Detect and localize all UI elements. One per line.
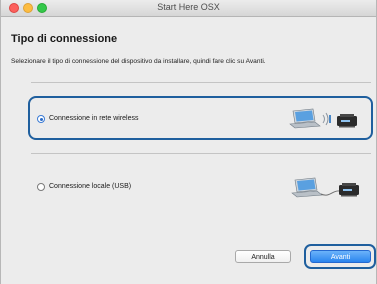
- divider: [31, 82, 371, 83]
- installer-window: Start Here OSX Tipo di connessione Selez…: [0, 0, 377, 284]
- laptop-wireless-printer-icon: [289, 108, 357, 129]
- wireless-radio[interactable]: [37, 115, 45, 123]
- divider: [31, 153, 371, 154]
- next-button[interactable]: Avanti: [310, 250, 371, 263]
- option-usb[interactable]: Connessione locale (USB): [28, 164, 373, 208]
- instructions-text: Selezionare il tipo di connessione del d…: [11, 58, 266, 65]
- wireless-label[interactable]: Connessione in rete wireless: [49, 115, 139, 122]
- page-title: Tipo di connessione: [11, 33, 118, 45]
- cancel-button[interactable]: Annulla: [235, 250, 291, 263]
- usb-label[interactable]: Connessione locale (USB): [49, 183, 131, 190]
- option-wireless[interactable]: Connessione in rete wireless: [28, 96, 373, 140]
- laptop-usb-printer-icon: [291, 177, 359, 198]
- usb-radio[interactable]: [37, 183, 45, 191]
- radio-selected-dot: [39, 117, 43, 121]
- title-bar[interactable]: Start Here OSX: [1, 0, 376, 17]
- window-title: Start Here OSX: [157, 2, 220, 12]
